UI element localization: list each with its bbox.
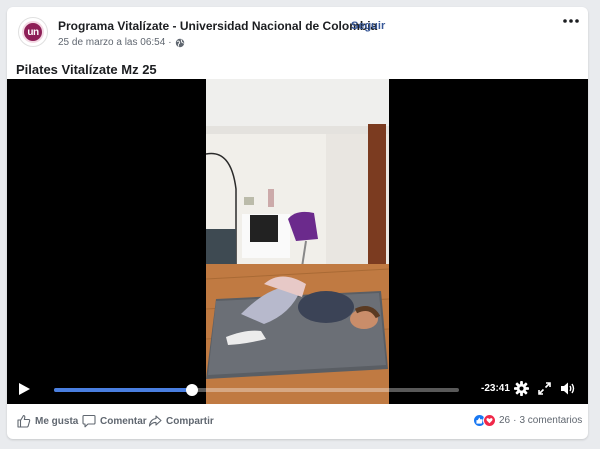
like-label: Me gusta [35, 415, 79, 427]
more-options-icon[interactable] [561, 15, 581, 29]
progress-bar[interactable] [54, 384, 459, 396]
comment-label: Comentar [100, 415, 147, 427]
post-header: un Programa Vitalízate - Universidad Nac… [7, 7, 588, 57]
love-reaction-icon [483, 414, 496, 427]
reaction-count: 26 [499, 415, 511, 426]
comments-count-link[interactable]: 3 comentarios [519, 415, 582, 426]
post-timestamp[interactable]: 25 de marzo a las 06:54 [58, 37, 165, 48]
comment-button[interactable]: Comentar [82, 414, 147, 428]
globe-icon [175, 38, 184, 47]
time-remaining: -23:41 [481, 383, 510, 394]
comment-icon [82, 414, 96, 428]
share-label: Compartir [166, 415, 214, 427]
like-button[interactable]: Me gusta [17, 414, 78, 428]
fullscreen-icon[interactable] [538, 382, 551, 395]
post-card: un Programa Vitalízate - Universidad Nac… [7, 7, 588, 439]
progress-handle[interactable] [185, 384, 198, 396]
video-frame [206, 79, 389, 404]
page-avatar[interactable]: un [18, 17, 48, 47]
name-separator: · [345, 19, 349, 33]
avatar-logo: un [22, 21, 44, 43]
follow-button[interactable]: Seguir [351, 20, 385, 32]
page-name-link[interactable]: Programa Vitalízate - Universidad Nacion… [58, 19, 377, 33]
reaction-summary[interactable]: 26 · 3 comentarios [473, 414, 582, 427]
share-icon [148, 415, 162, 427]
reaction-separator: · [513, 415, 517, 426]
gear-icon[interactable] [514, 381, 529, 396]
play-icon[interactable] [17, 382, 31, 396]
share-button[interactable]: Compartir [148, 414, 214, 428]
post-meta: 25 de marzo a las 06:54 · [58, 37, 185, 48]
like-icon [17, 414, 31, 428]
post-title: Pilates Vitalízate Mz 25 [16, 62, 157, 77]
meta-separator: · [168, 37, 172, 48]
post-footer: Me gusta Comentar Compartir 26 · 3 comen… [7, 404, 588, 439]
progress-fill [54, 388, 192, 392]
volume-icon[interactable] [560, 381, 576, 396]
video-player[interactable]: -23:41 [7, 79, 588, 404]
